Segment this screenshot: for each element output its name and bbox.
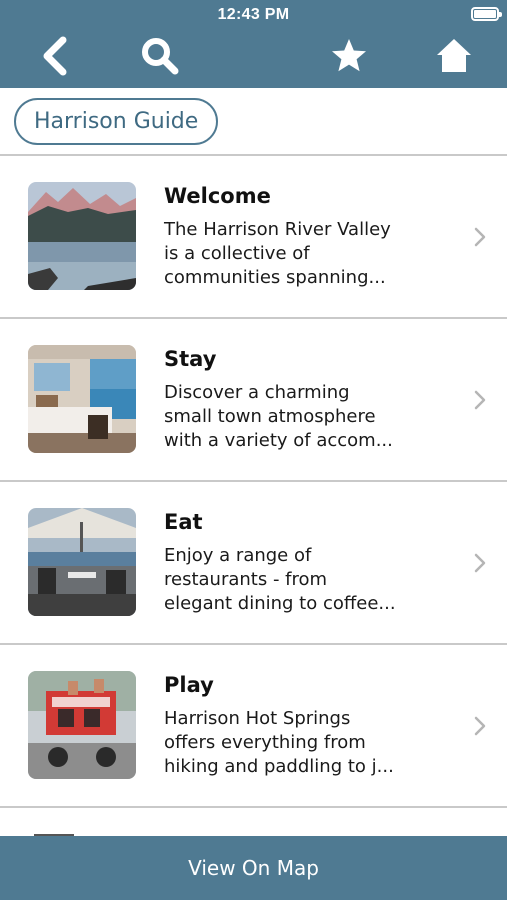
stay-thumbnail (28, 345, 136, 453)
list-item-eat[interactable]: Eat Enjoy a range of restaurants - from … (0, 482, 507, 645)
list-item-play[interactable]: Play Harrison Hot Springs offers everyth… (0, 645, 507, 808)
battery-icon (471, 7, 502, 21)
chevron-right-icon (474, 553, 486, 573)
guide-chip[interactable]: Harrison Guide (14, 98, 219, 145)
status-time: 12:43 PM (217, 6, 290, 23)
back-icon (43, 36, 67, 76)
favorites-button[interactable] (329, 36, 369, 76)
chevron-right-icon (474, 227, 486, 247)
list-item-stay[interactable]: Stay Discover a charming small town atmo… (0, 319, 507, 482)
home-icon (437, 39, 471, 72)
eat-thumbnail (28, 508, 136, 616)
star-icon (332, 39, 366, 72)
item-title: Stay (164, 347, 217, 371)
item-title: Play (164, 673, 214, 697)
back-button[interactable] (34, 36, 74, 76)
item-description: Discover a charming small town atmospher… (164, 382, 393, 451)
list-item-partial (0, 808, 507, 838)
chevron-right-icon (474, 390, 486, 410)
search-icon (142, 38, 179, 75)
top-bar: 12:43 PM (0, 0, 507, 88)
play-thumbnail (28, 671, 136, 779)
item-title: Welcome (164, 184, 271, 208)
home-button[interactable] (434, 36, 474, 76)
item-description: Enjoy a range of restaurants - from eleg… (164, 545, 396, 614)
item-description: The Harrison River Valley is a collectiv… (164, 219, 391, 288)
guide-filter-row: Harrison Guide (0, 88, 507, 155)
view-on-map-button[interactable]: View On Map (0, 836, 507, 900)
item-title: Eat (164, 510, 203, 534)
search-button[interactable] (140, 36, 180, 76)
chevron-right-icon (474, 716, 486, 736)
guide-list: Welcome The Harrison River Valley is a c… (0, 156, 507, 808)
welcome-thumbnail (28, 182, 136, 290)
item-description: Harrison Hot Springs offers everything f… (164, 708, 394, 777)
list-item-welcome[interactable]: Welcome The Harrison River Valley is a c… (0, 156, 507, 319)
